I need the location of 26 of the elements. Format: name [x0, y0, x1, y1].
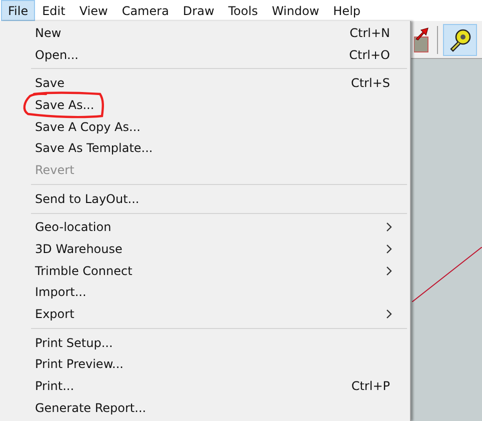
menu-item[interactable]: Print Setup...	[0, 332, 410, 354]
menu-bar-item[interactable]: Draw	[176, 0, 222, 21]
tape-measure-icon[interactable]	[443, 24, 477, 56]
menu-item[interactable]: Export	[0, 303, 410, 325]
menu-bar-item[interactable]: File	[1, 0, 36, 21]
menu-bar-item[interactable]: Window	[264, 0, 326, 21]
menu-item[interactable]: Open... Ctrl+O	[0, 44, 410, 66]
menu-item[interactable]: Save As Template...	[0, 137, 410, 160]
menu-item[interactable]: Import...	[0, 282, 410, 304]
menu-item[interactable]: Geo-location	[0, 216, 410, 238]
menu-bar-item[interactable]: Tools	[221, 0, 265, 21]
menu-item[interactable]: Save Ctrl+S	[0, 72, 410, 94]
menu-item[interactable]: Trimble Connect	[0, 260, 410, 282]
menu-item[interactable]: 3D Warehouse	[0, 238, 410, 260]
axis-line	[412, 247, 482, 302]
menu-item[interactable]: Save As...	[0, 94, 410, 116]
menu-item[interactable]: Print Preview...	[0, 354, 410, 376]
menu-item[interactable]: Generate Report...	[0, 397, 410, 419]
menu-bar-item[interactable]: Camera	[114, 0, 176, 21]
menu-item[interactable]: New Ctrl+N	[0, 22, 410, 44]
menu-bar-item[interactable]: View	[72, 0, 115, 21]
menu-item[interactable]: Send to LayOut...	[0, 188, 410, 210]
menu-bar-item[interactable]: Edit	[35, 0, 72, 21]
menu-bar-item[interactable]: Help	[326, 0, 368, 21]
menu-item[interactable]: Print... Ctrl+P	[0, 375, 410, 397]
menu-item[interactable]: Save A Copy As...	[0, 116, 410, 138]
